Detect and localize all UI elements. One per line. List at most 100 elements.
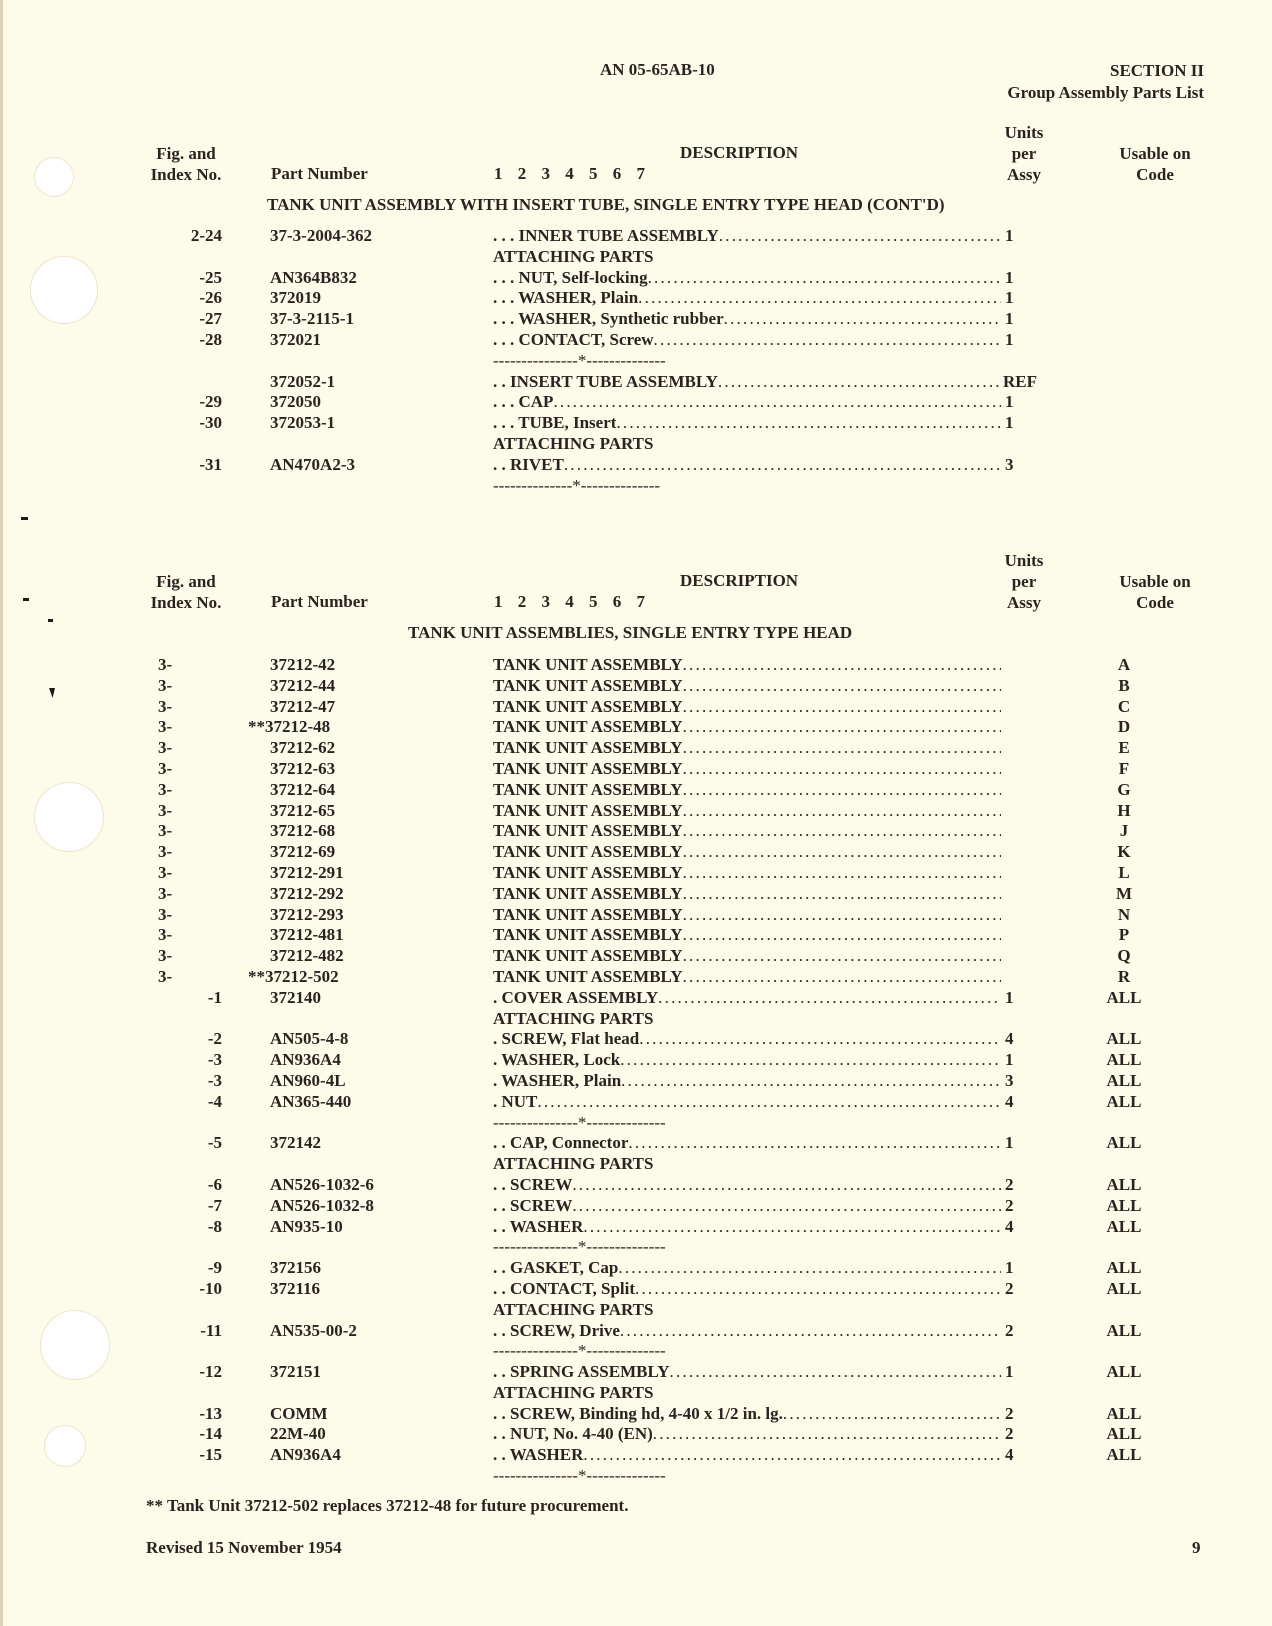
separator-line: ---------------*--------------	[493, 1237, 666, 1257]
description: TANK UNIT ASSEMBLY......................…	[493, 780, 1001, 801]
description-text: TANK UNIT ASSEMBLY	[493, 904, 683, 924]
fig-index: -2	[207, 1029, 222, 1049]
fig-index: -13	[199, 1403, 222, 1423]
table-row: 3- 37212-63 TANK UNIT ASSEMBLY............…	[0, 759, 1272, 780]
leader-dots: ........................................…	[572, 1174, 1001, 1194]
table-row: -3 AN936A4 . WASHER, Lock.................…	[0, 1050, 1272, 1071]
heading-text: ATTACHING PARTS	[493, 434, 653, 455]
section-header: SECTION II Group Assembly Parts List	[1007, 60, 1204, 104]
part-number: 37212-68	[270, 821, 336, 841]
table-row: 3- 37212-291 TANK UNIT ASSEMBLY...........…	[0, 863, 1272, 884]
part-number: 372053-1	[270, 413, 336, 433]
description: TANK UNIT ASSEMBLY......................…	[493, 967, 1001, 988]
description: . . . WASHER, Synthetic rubber..........…	[493, 309, 1001, 330]
description: . . . WASHER, Plain.....................…	[493, 288, 1001, 309]
leader-dots: ........................................…	[647, 267, 1001, 287]
description-text: . SCREW, Flat head	[493, 1029, 640, 1049]
part-number: 37-3-2004-362	[270, 226, 372, 245]
table1-title: TANK UNIT ASSEMBLY WITH INSERT TUBE, SIN…	[267, 195, 945, 214]
table-row: 3- 37212-65 TANK UNIT ASSEMBLY............…	[0, 801, 1272, 822]
part-number: 372021	[270, 329, 321, 349]
table-row: -2 AN505-4-8 . SCREW, Flat head...........…	[0, 1029, 1272, 1050]
table-row: -27 37-3-2115-1 . . . WASHER, Synthetic ru…	[0, 309, 1272, 330]
fig-index: 3-	[158, 696, 173, 716]
usable-on-code: ALL	[1106, 1216, 1142, 1236]
leader-dots: ........................................…	[616, 413, 1001, 433]
parts-table-1: 2-24 37-3-2004-362 . . . INNER TUBE ASSEMB…	[0, 226, 1272, 496]
fig-index: 3-	[158, 779, 173, 799]
scan-mark	[21, 517, 28, 520]
fig-index: -1	[207, 987, 222, 1007]
description: . . WASHER..............................…	[493, 1445, 1001, 1466]
part-number: 37212-65	[270, 800, 336, 820]
part-number: 37212-63	[270, 758, 336, 778]
col-units-per-assy: Units per Assy	[1004, 551, 1044, 612]
separator-line: ---------------*--------------	[493, 350, 666, 370]
leader-dots: ........................................…	[682, 925, 1001, 945]
fig-index: -26	[199, 288, 222, 308]
leader-dots: ........................................…	[782, 1403, 1001, 1423]
usable-on-code: ALL	[1106, 1278, 1142, 1298]
usable-on-code: ALL	[1106, 1029, 1142, 1049]
section-title: Group Assembly Parts List	[1007, 83, 1204, 102]
part-number: 37212-69	[270, 842, 336, 862]
usable-on-code: M	[1115, 883, 1133, 903]
leader-dots: ........................................…	[682, 966, 1001, 986]
usable-on-code: D	[1117, 717, 1131, 737]
units-per-assy: 1	[1005, 226, 1014, 245]
units-per-assy: 4	[1005, 1029, 1014, 1049]
usable-on-code: ALL	[1106, 1424, 1142, 1444]
fig-index: 3-	[158, 758, 173, 778]
fig-index: -12	[199, 1362, 222, 1382]
col-indent-levels: 1 2 3 4 5 6 7	[494, 164, 651, 183]
table-row: -13 COMM . . SCREW, Binding hd, 4-40 x 1/2…	[0, 1404, 1272, 1425]
description-text: . . CAP, Connector	[493, 1133, 629, 1153]
description: . . WASHER..............................…	[493, 1217, 1001, 1238]
part-number: AN935-10	[270, 1216, 343, 1236]
usable-on-code: ALL	[1106, 1362, 1142, 1382]
usable-on-code: A	[1117, 655, 1131, 674]
fig-index: -11	[200, 1320, 222, 1340]
leader-dots: ........................................…	[723, 309, 1001, 329]
attaching-parts-heading: ATTACHING PARTS	[0, 247, 1272, 268]
description-text: . . RIVET	[493, 454, 564, 474]
fig-index: 3-	[158, 675, 173, 695]
usable-on-code: H	[1117, 800, 1131, 820]
description-text: TANK UNIT ASSEMBLY	[493, 779, 683, 799]
table-row: -14 22M-40 . . NUT, No. 4-40 (EN).........…	[0, 1424, 1272, 1445]
attaching-parts-heading: ATTACHING PARTS	[0, 1009, 1272, 1030]
col-units-per-assy: Units per Assy	[1004, 123, 1044, 184]
usable-on-code: ALL	[1106, 1195, 1142, 1215]
leader-dots: ........................................…	[682, 904, 1001, 924]
fig-index: -14	[199, 1424, 222, 1444]
description-text: . . SCREW, Drive	[493, 1320, 620, 1340]
part-number: 372116	[270, 1278, 321, 1298]
part-number: AN505-4-8	[270, 1029, 349, 1049]
units-per-assy: 2	[1005, 1424, 1014, 1444]
col-description: DESCRIPTION	[680, 571, 799, 590]
description-text: . . SCREW	[493, 1195, 573, 1215]
description-text: . WASHER, Plain	[493, 1070, 622, 1090]
units-per-assy: 2	[1005, 1278, 1014, 1298]
description-text: . . . WASHER, Plain	[493, 288, 639, 308]
leader-dots: ........................................…	[635, 1278, 1001, 1298]
description-text: TANK UNIT ASSEMBLY	[493, 696, 683, 716]
description-text: TANK UNIT ASSEMBLY	[493, 675, 683, 695]
description-text: ATTACHING PARTS	[493, 1008, 654, 1028]
description: . . SCREW, Drive........................…	[493, 1321, 1001, 1342]
description-text: TANK UNIT ASSEMBLY	[493, 655, 683, 674]
leader-dots: ........................................…	[618, 1258, 1001, 1278]
table-row: -9 372156 . . GASKET, Cap.................…	[0, 1258, 1272, 1279]
description: . . SPRING ASSEMBLY.....................…	[493, 1362, 1001, 1383]
part-number: **37212-502	[248, 966, 339, 986]
section-label: SECTION II	[1109, 61, 1204, 80]
description: . . . CONTACT, Screw....................…	[493, 330, 1001, 351]
part-number: AN936A4	[270, 1445, 341, 1465]
leader-dots: ........................................…	[658, 987, 1001, 1007]
leader-dots: ........................................…	[682, 758, 1001, 778]
description: TANK UNIT ASSEMBLY......................…	[493, 884, 1001, 905]
leader-dots: ........................................…	[682, 779, 1001, 799]
part-number: 37212-293	[270, 904, 344, 924]
fig-index: 3-	[158, 946, 173, 966]
table-row: -7 AN526-1032-8 . . SCREW.................…	[0, 1196, 1272, 1217]
